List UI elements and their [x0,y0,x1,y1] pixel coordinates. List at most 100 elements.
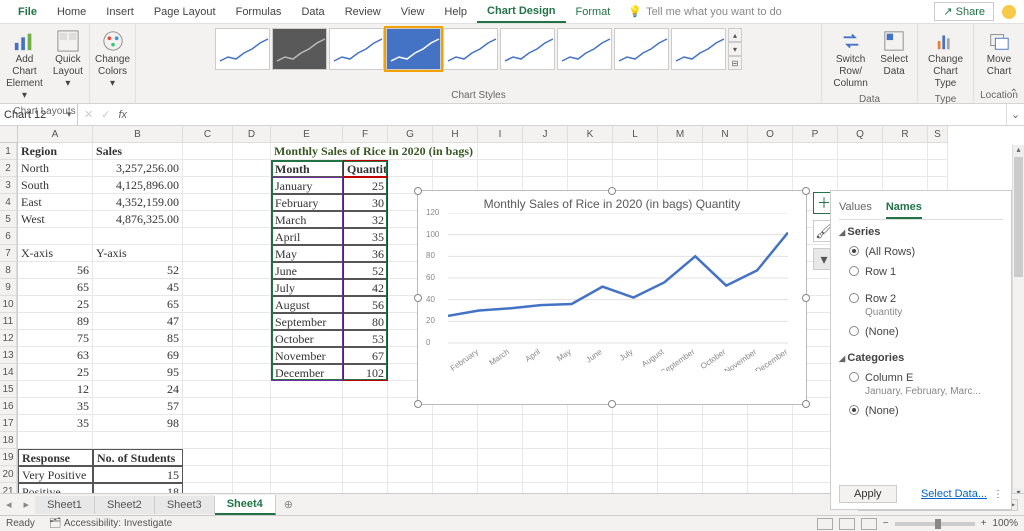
cell-E7[interactable]: May [271,245,343,262]
cell-bg[interactable] [343,381,388,398]
fx-icon[interactable]: fx [118,109,127,121]
cell-B5[interactable]: 4,876,325.00 [93,211,183,228]
row-header-20[interactable]: 20 [0,466,17,483]
cell-bg[interactable] [183,296,233,313]
chart-resize-handle[interactable] [414,187,422,195]
sheet-tab-4[interactable]: Sheet4 [215,495,276,515]
cell-bg[interactable] [233,160,271,177]
col-header-C[interactable]: C [183,126,233,143]
cell-B4[interactable]: 4,352,159.00 [93,194,183,211]
cell-F9[interactable]: 42 [343,279,388,296]
cell-bg[interactable] [928,143,948,160]
switch-row-column-button[interactable]: Switch Row/ Column [828,28,873,92]
cell-B12[interactable]: 85 [93,330,183,347]
cell-F4[interactable]: 30 [343,194,388,211]
embedded-chart[interactable]: Monthly Sales of Rice in 2020 (in bags) … [417,190,807,405]
cell-A19[interactable]: Response [18,449,93,466]
vertical-scrollbar[interactable]: ▴ ▾ [1012,145,1024,500]
normal-view-button[interactable] [817,518,833,530]
cell-bg[interactable] [613,143,658,160]
cell-bg[interactable] [183,415,233,432]
cell-bg[interactable] [433,449,478,466]
cell-B2[interactable]: 3,257,256.00 [93,160,183,177]
row-header-16[interactable]: 16 [0,398,17,415]
cell-bg[interactable] [433,432,478,449]
cell-bg[interactable] [343,415,388,432]
cell-bg[interactable] [838,160,883,177]
cell-E5[interactable]: March [271,211,343,228]
tp-radio-row1[interactable]: Row 1 [839,262,1003,282]
cell-bg[interactable] [233,296,271,313]
tp-select-data-link[interactable]: Select Data... [921,488,987,500]
account-icon[interactable] [1002,5,1016,19]
cell-bg[interactable] [388,415,433,432]
tab-file[interactable]: File [8,2,47,22]
cell-bg[interactable] [748,415,793,432]
cell-bg[interactable] [343,398,388,415]
tell-me-search[interactable]: 💡 Tell me what you want to do [628,5,781,18]
cell-bg[interactable] [748,449,793,466]
cell-bg[interactable] [613,432,658,449]
cell-bg[interactable] [233,245,271,262]
cell-bg[interactable] [271,398,343,415]
cell-bg[interactable] [183,449,233,466]
row-header-1[interactable]: 1 [0,143,17,160]
cell-bg[interactable] [271,466,343,483]
change-chart-type-button[interactable]: Change Chart Type [924,28,967,92]
cell-bg[interactable] [523,466,568,483]
cell-F2[interactable]: Quantity [343,160,388,177]
cell-bg[interactable] [183,466,233,483]
cell-bg[interactable] [658,143,703,160]
cell-bg[interactable] [613,415,658,432]
col-header-M[interactable]: M [658,126,703,143]
cell-F14[interactable]: 102 [343,364,388,381]
tp-radio-all-rows[interactable]: (All Rows) [839,242,1003,262]
cell-bg[interactable] [388,432,433,449]
cell-F11[interactable]: 80 [343,313,388,330]
row-header-19[interactable]: 19 [0,449,17,466]
add-chart-element-button[interactable]: Add Chart Element▾ [3,28,46,104]
cell-bg[interactable] [433,466,478,483]
cell-B9[interactable]: 45 [93,279,183,296]
cell-A10[interactable]: 25 [18,296,93,313]
cell-B14[interactable]: 95 [93,364,183,381]
cell-bg[interactable] [233,143,271,160]
cell-A4[interactable]: East [18,194,93,211]
cell-A20[interactable]: Very Positive [18,466,93,483]
row-header-14[interactable]: 14 [0,364,17,381]
cell-B1[interactable]: Sales [93,143,183,160]
cell-bg[interactable] [568,449,613,466]
chart-resize-handle[interactable] [802,294,810,302]
cell-bg[interactable] [233,381,271,398]
cell-E4[interactable]: February [271,194,343,211]
cell-bg[interactable] [233,279,271,296]
cell-E8[interactable]: June [271,262,343,279]
cell-E6[interactable]: April [271,228,343,245]
cell-bg[interactable] [233,228,271,245]
cell-bg[interactable] [433,415,478,432]
sheet-nav-prev[interactable]: ◂ [0,498,18,511]
cell-bg[interactable] [388,160,433,177]
col-header-P[interactable]: P [793,126,838,143]
chart-style-5[interactable] [443,28,498,70]
row-header-12[interactable]: 12 [0,330,17,347]
cell-bg[interactable] [928,160,948,177]
cell-bg[interactable] [183,177,233,194]
chart-style-2[interactable] [272,28,327,70]
row-header-2[interactable]: 2 [0,160,17,177]
cell-bg[interactable] [183,347,233,364]
cell-bg[interactable] [478,143,523,160]
col-header-L[interactable]: L [613,126,658,143]
styles-scroll-down[interactable]: ▾ [728,42,742,56]
page-break-view-button[interactable] [861,518,877,530]
tab-insert[interactable]: Insert [96,2,144,22]
cell-A9[interactable]: 65 [18,279,93,296]
cell-bg[interactable] [478,415,523,432]
cell-B19[interactable]: No. of Students [93,449,183,466]
cell-bg[interactable] [233,347,271,364]
tab-format[interactable]: Format [566,2,621,22]
tab-formulas[interactable]: Formulas [226,2,292,22]
move-chart-button[interactable]: Move Chart [984,28,1014,80]
chart-resize-handle[interactable] [414,400,422,408]
row-header-17[interactable]: 17 [0,415,17,432]
